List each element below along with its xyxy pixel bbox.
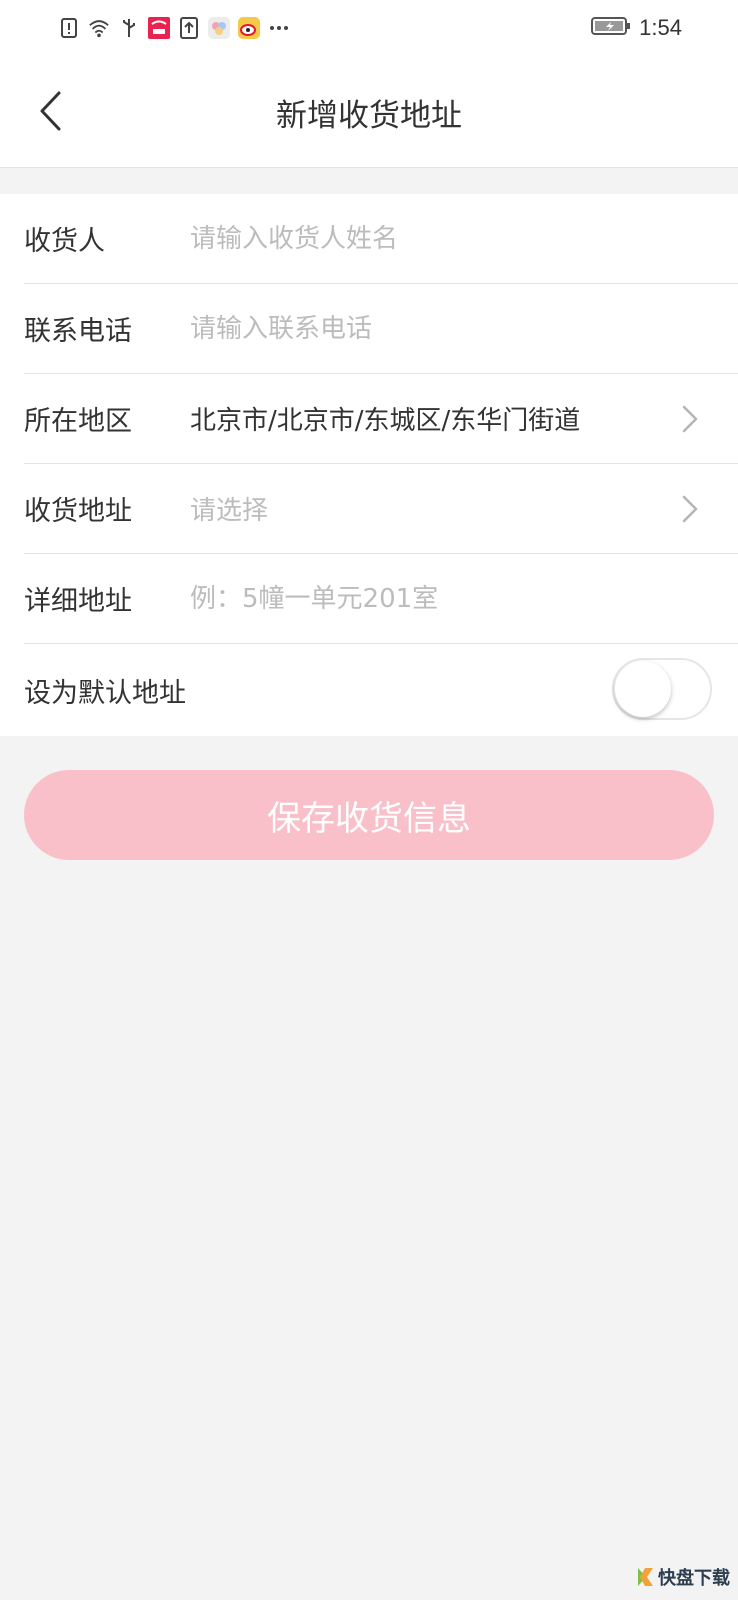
status-bar: 1:54 [0,0,738,56]
battery-icon [591,16,631,40]
phone-input[interactable] [190,298,738,359]
region-value: 北京市/北京市/东城区/东华门街道 [190,406,581,436]
usb-icon [118,17,140,39]
wifi-icon [88,17,110,39]
toggle-knob [615,661,671,717]
watermark: 快盘下载 [636,1560,730,1594]
gallery-icon [208,17,230,39]
consignee-label: 收货人 [24,226,105,257]
address-form: 收货人 联系电话 所在地区 北京市/北京市/东城区/东华门街道 收货地址 请选择… [0,194,738,736]
detail-label: 详细地址 [24,586,132,617]
region-row[interactable]: 所在地区 北京市/北京市/东城区/东华门街道 [24,374,738,464]
sim-alert-icon [58,17,80,39]
weibo-icon [238,17,260,39]
address-label: 收货地址 [24,496,132,527]
phone-label: 联系电话 [24,316,132,347]
status-icons [58,14,290,42]
chevron-right-icon [670,489,710,529]
page-title: 新增收货地址 [276,97,462,134]
chevron-right-icon [670,399,710,439]
region-label: 所在地区 [24,406,132,437]
more-icon [268,17,290,39]
default-label: 设为默认地址 [24,677,186,709]
save-button[interactable]: 保存收货信息 [24,770,714,860]
address-row[interactable]: 收货地址 请选择 [24,464,738,554]
status-time: 1:54 [639,15,682,40]
watermark-text: 快盘下载 [658,1568,730,1589]
watermark-logo-icon [636,1566,654,1588]
consignee-row: 收货人 [24,194,738,284]
detail-address-input[interactable] [190,568,738,629]
detail-row: 详细地址 [24,554,738,644]
status-right: 1:54 [591,14,682,42]
header: 新增收货地址 [0,56,738,168]
phone-row: 联系电话 [24,284,738,374]
app-notification-icon [148,17,170,39]
address-placeholder: 请选择 [190,496,269,526]
default-address-toggle[interactable] [612,658,712,720]
upload-icon [178,17,200,39]
consignee-input[interactable] [190,208,738,269]
default-row: 设为默认地址 [24,644,738,736]
